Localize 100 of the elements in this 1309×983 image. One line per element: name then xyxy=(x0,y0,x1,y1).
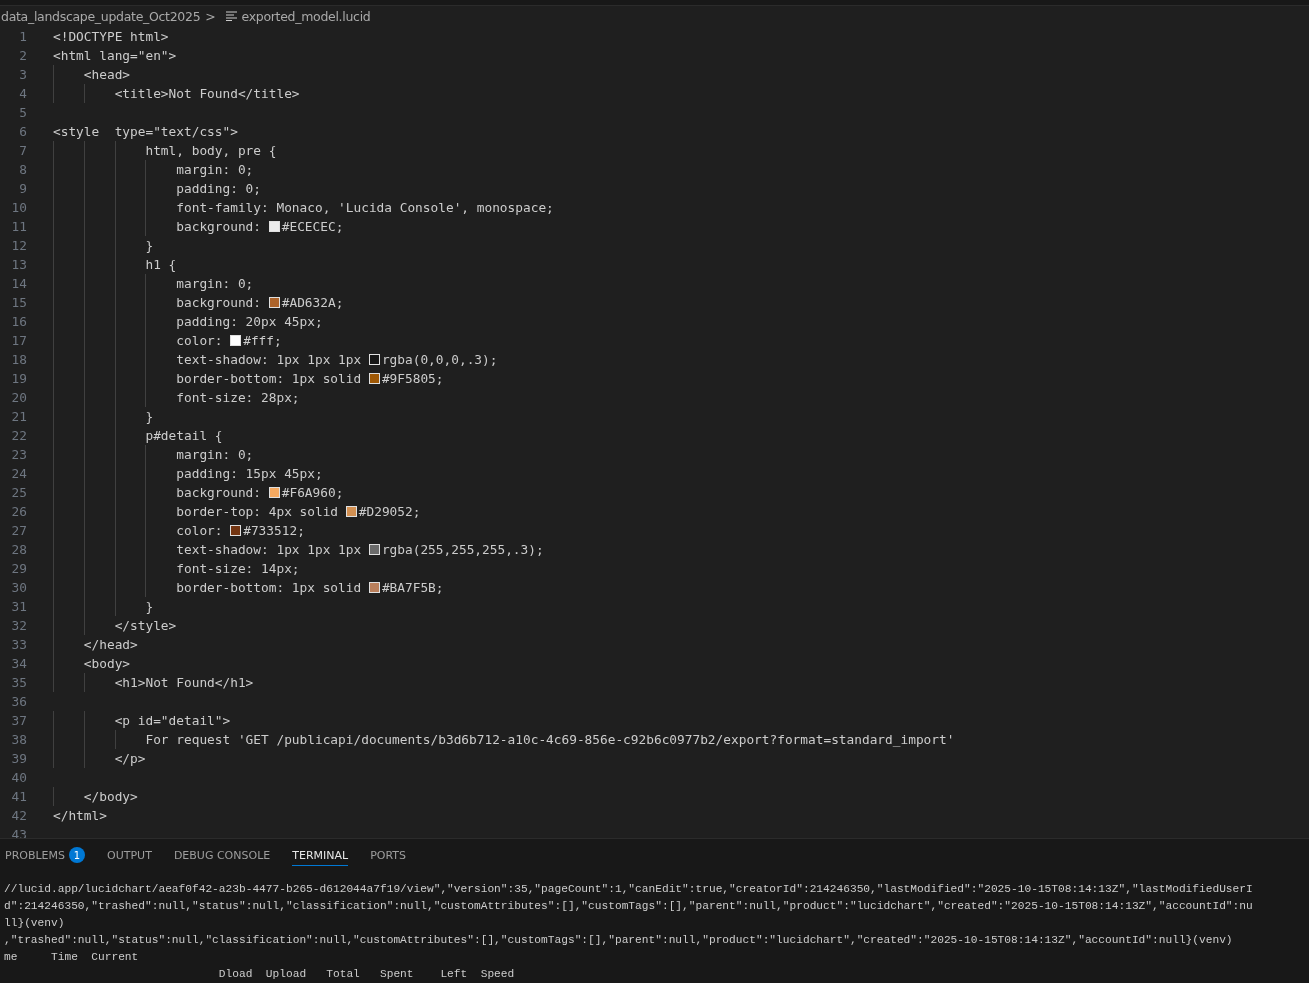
color-value: #F6A960; xyxy=(281,484,344,502)
code-text: <p id="detail"> xyxy=(113,712,231,730)
color-swatch[interactable] xyxy=(368,373,380,384)
code-text: <head> xyxy=(82,66,131,84)
color-value: #fff; xyxy=(243,332,282,350)
line-number: 15 xyxy=(10,294,27,312)
code-text: margin: 0; xyxy=(175,161,254,179)
code-text: background: xyxy=(175,484,263,502)
code-text: p#detail { xyxy=(144,427,223,445)
color-swatch[interactable] xyxy=(230,335,242,346)
panel-tab[interactable]: OUTPUT xyxy=(107,847,152,866)
line-number: 30 xyxy=(10,579,27,597)
breadcrumb-separator: > xyxy=(205,8,216,24)
line-number: 23 xyxy=(10,446,27,464)
code-text: color: xyxy=(175,332,224,350)
color-swatch[interactable] xyxy=(268,221,280,232)
line-number: 18 xyxy=(10,351,27,369)
line-number: 37 xyxy=(10,712,27,730)
color-swatch[interactable] xyxy=(368,544,380,555)
line-number: 36 xyxy=(10,693,27,711)
code-text: <title>Not Found</title> xyxy=(113,85,300,103)
code-text: padding: 15px 45px; xyxy=(175,465,323,483)
code-text: For request 'GET /publicapi/documents/b3d6b712-a10c-4c69-856e-c92b6c0977b2/export?format=standard_import' xyxy=(144,731,955,749)
line-number: 17 xyxy=(10,332,27,350)
code-text: </p> xyxy=(113,750,146,768)
line-number: 35 xyxy=(10,674,27,692)
line-number: 5 xyxy=(18,104,27,122)
line-number: 42 xyxy=(10,807,27,825)
color-value: rgba(0,0,0,.3); xyxy=(381,351,498,369)
code-text: <!DOCTYPE html> xyxy=(53,28,169,46)
color-swatch[interactable] xyxy=(345,506,357,517)
color-swatch[interactable] xyxy=(268,487,280,498)
line-number: 27 xyxy=(10,522,27,540)
line-number: 7 xyxy=(18,142,27,160)
line-number: 9 xyxy=(18,180,27,198)
line-number: 13 xyxy=(10,256,27,274)
line-number: 12 xyxy=(10,237,27,255)
code-text: } xyxy=(144,598,154,616)
code-text: margin: 0; xyxy=(175,275,254,293)
line-number: 24 xyxy=(10,465,27,483)
code-text: } xyxy=(144,237,154,255)
code-text: </html> xyxy=(53,807,107,825)
code-text: html, body, pre { xyxy=(144,142,277,160)
line-number: 33 xyxy=(10,636,27,654)
line-number: 26 xyxy=(10,503,27,521)
terminal-line: //lucid.app/lucidchart/aeaf0f42-a23b-4477-b265-d612044a7f19/view","version":35,"pageCount":1,"canEdit":true,"creatorId":214246350,"lastModified":"2025-10-15T08:14:13Z","lastModifiedUserI xyxy=(4,882,1253,897)
code-text: border-bottom: 1px solid xyxy=(175,370,363,388)
line-number: 10 xyxy=(10,199,27,217)
code-text: color: xyxy=(175,522,224,540)
line-number: 4 xyxy=(18,85,27,103)
terminal-line: ,"trashed":null,"status":null,"classification":null,"customAttributes":[],"customTags":[],"parent":null,"product":"lucidchart","created":"2025-10-15T08:14:13Z","accountId":null}(venv) xyxy=(4,933,1233,948)
code-text: text-shadow: 1px 1px 1px xyxy=(175,351,363,369)
code-text: <html lang="en"> xyxy=(53,47,177,65)
line-number: 19 xyxy=(10,370,27,388)
code-text: text-shadow: 1px 1px 1px xyxy=(175,541,363,559)
code-text: background: xyxy=(175,218,263,236)
panel-tab[interactable]: PROBLEMS 1 xyxy=(5,847,86,866)
code-text: border-bottom: 1px solid xyxy=(175,579,363,597)
line-number: 21 xyxy=(10,408,27,426)
color-value: #BA7F5B; xyxy=(381,579,444,597)
code-text: font-family: Monaco, 'Lucida Console', monospace; xyxy=(175,199,554,217)
panel-tab[interactable]: PORTS xyxy=(370,847,406,866)
code-text: } xyxy=(144,408,154,426)
line-number: 1 xyxy=(18,28,27,46)
panel-tab[interactable]: DEBUG CONSOLE xyxy=(173,847,271,866)
file-lines-icon xyxy=(225,11,237,21)
line-number: 6 xyxy=(18,123,27,141)
line-number: 8 xyxy=(18,161,27,179)
line-number: 3 xyxy=(18,66,27,84)
code-text: </head> xyxy=(82,636,138,654)
line-number: 32 xyxy=(10,617,27,635)
code-text: <h1>Not Found</h1> xyxy=(113,674,254,692)
color-swatch[interactable] xyxy=(268,297,280,308)
terminal-line: Dload Upload Total Spent Left Speed xyxy=(217,967,515,982)
line-number: 14 xyxy=(10,275,27,293)
code-text: </body> xyxy=(82,788,138,806)
line-number: 34 xyxy=(10,655,27,673)
color-swatch[interactable] xyxy=(368,582,380,593)
color-value: #ECECEC; xyxy=(281,218,344,236)
color-value: rgba(255,255,255,.3); xyxy=(381,541,544,559)
line-number: 31 xyxy=(10,598,27,616)
line-number: 40 xyxy=(10,769,27,787)
color-swatch[interactable] xyxy=(230,525,242,536)
code-text: padding: 20px 45px; xyxy=(175,313,323,331)
line-number: 38 xyxy=(10,731,27,749)
color-value: #733512; xyxy=(243,522,305,540)
breadcrumb-folder[interactable]: data_landscape_update_Oct2025 xyxy=(1,8,201,24)
panel-tab[interactable]: TERMINAL xyxy=(292,847,349,866)
code-text: margin: 0; xyxy=(175,446,254,464)
line-number: 2 xyxy=(18,47,27,65)
code-text: font-size: 14px; xyxy=(175,560,300,578)
code-text: h1 { xyxy=(144,256,177,274)
line-number: 29 xyxy=(10,560,27,578)
code-text: padding: 0; xyxy=(175,180,262,198)
line-number: 20 xyxy=(10,389,27,407)
breadcrumb-file[interactable]: exported_model.lucid xyxy=(241,8,371,24)
code-text: font-size: 28px; xyxy=(175,389,300,407)
line-number: 22 xyxy=(10,427,27,445)
color-swatch[interactable] xyxy=(368,354,380,365)
terminal-line: d":214246350,"trashed":null,"status":null,"classification":null,"customAttributes":[],"customTags":[],"parent":null,"product":"lucidchart","created":"2025-10-15T08:14:13Z","accountId":nu xyxy=(4,899,1253,914)
